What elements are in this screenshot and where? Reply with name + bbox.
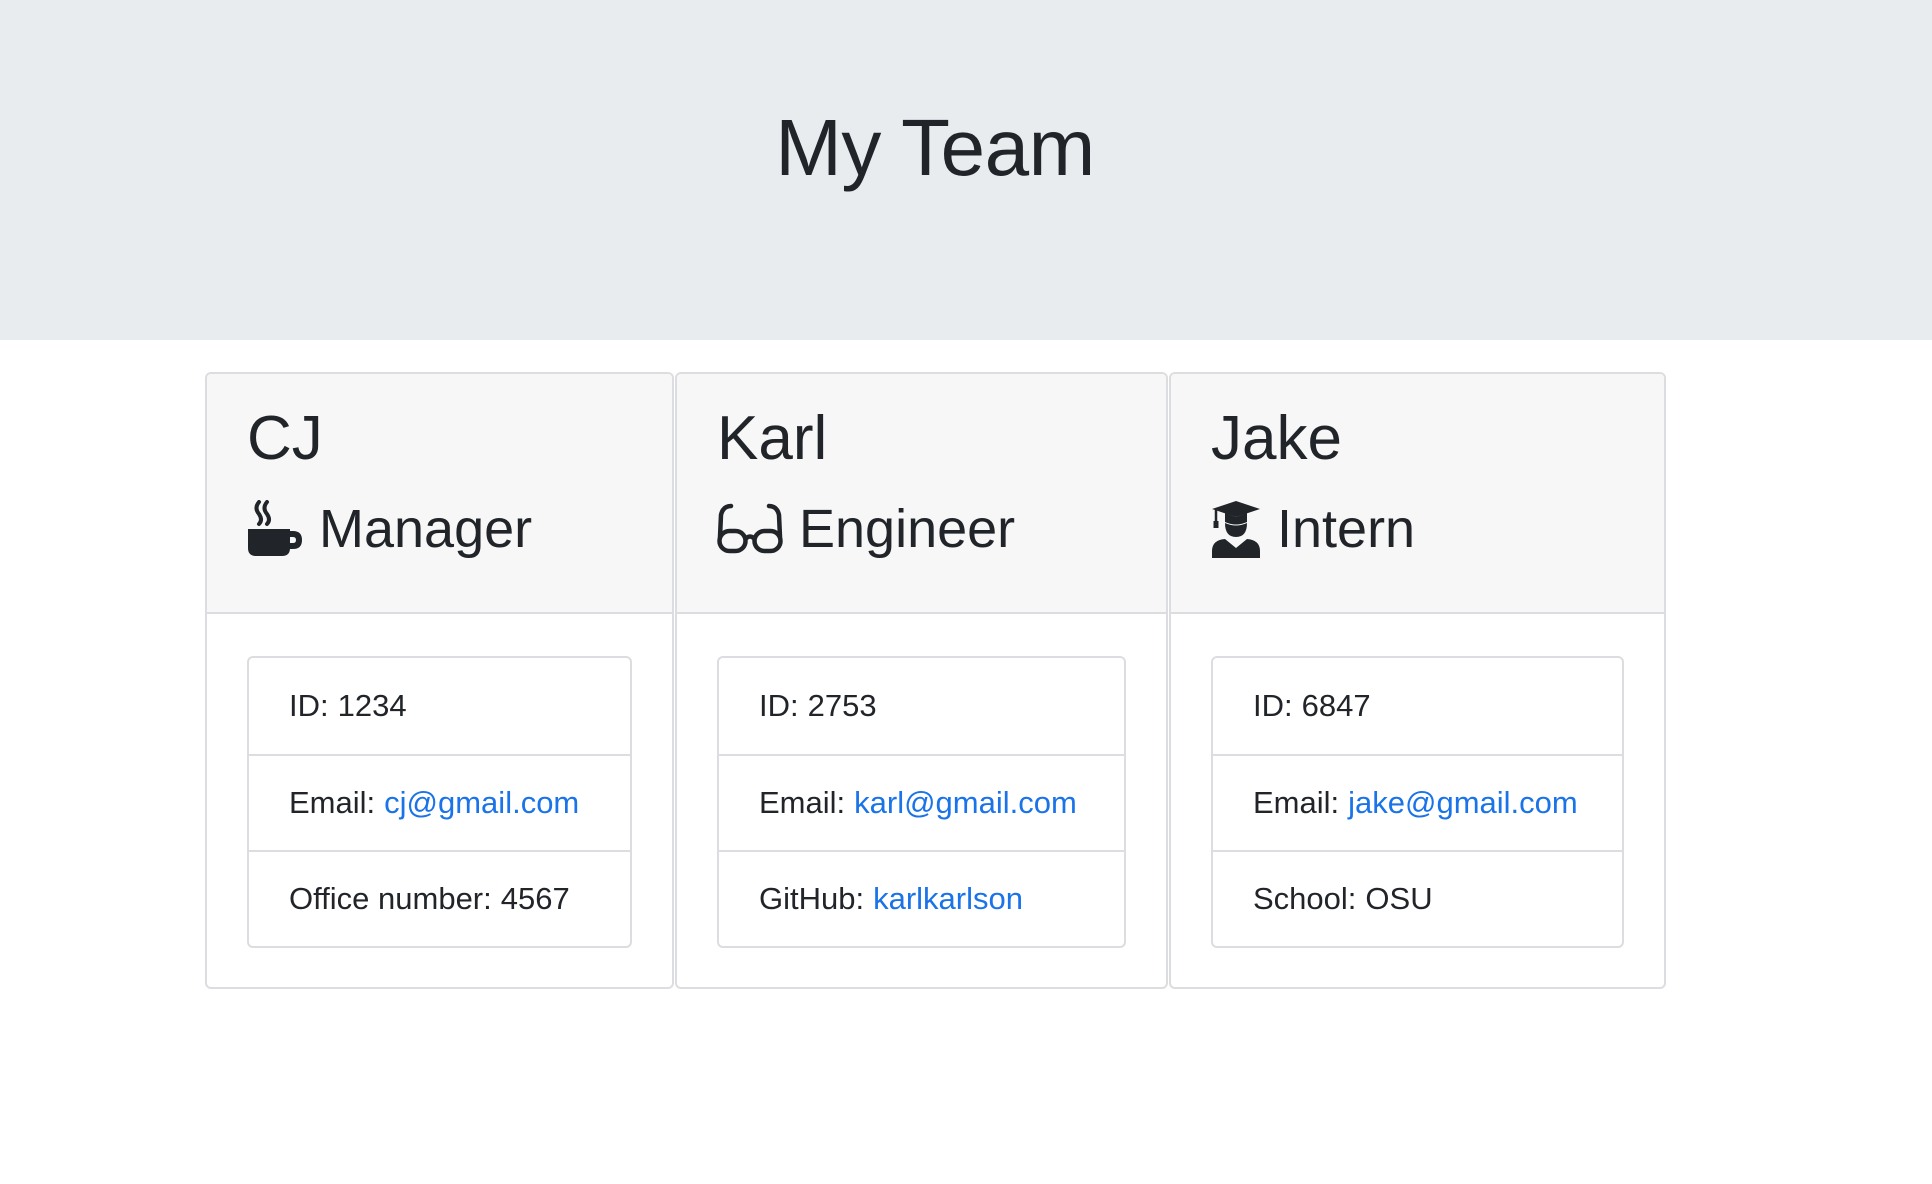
id-label: ID:	[759, 688, 799, 723]
employee-name: Jake	[1211, 404, 1342, 473]
employee-id-value: 6847	[1301, 688, 1371, 723]
office-number-row: Office number: 4567	[249, 850, 630, 946]
employee-role: Engineer	[717, 494, 1015, 564]
employee-role-label: Engineer	[799, 499, 1016, 559]
email-link[interactable]: karl@gmail.com	[854, 785, 1077, 821]
school-label: School:	[1253, 881, 1357, 916]
employee-id-value: 2753	[807, 688, 877, 723]
employee-card-engineer: Karl Engineer ID: 2753 Email: karl@gmail…	[675, 372, 1168, 989]
employee-role-label: Manager	[319, 499, 533, 559]
office-number-value: 4567	[500, 881, 570, 916]
employee-details-list: ID: 1234 Email: cj@gmail.com Office numb…	[247, 656, 632, 948]
office-number-label: Office number:	[289, 881, 492, 916]
card-header: Karl Engineer	[677, 374, 1166, 614]
coffee-mug-icon	[247, 500, 303, 558]
employee-role: Manager	[247, 494, 532, 564]
employee-card-intern: Jake Intern ID: 6847 Email: jake@gmail.c…	[1169, 372, 1666, 989]
employee-details-list: ID: 2753 Email: karl@gmail.com GitHub: k…	[717, 656, 1126, 948]
team-header-banner: My Team	[0, 0, 1932, 340]
employee-role: Intern	[1211, 494, 1415, 564]
employee-name: CJ	[247, 404, 323, 473]
email-label: Email:	[759, 785, 846, 820]
employee-id-row: ID: 1234	[249, 658, 630, 754]
email-link[interactable]: jake@gmail.com	[1348, 785, 1578, 821]
employee-email-row: Email: cj@gmail.com	[249, 754, 630, 850]
employee-id-row: ID: 2753	[719, 658, 1124, 754]
employee-card-manager: CJ Manager ID: 1234 Email: cj@gmail.com …	[205, 372, 674, 989]
email-link[interactable]: cj@gmail.com	[384, 785, 579, 821]
github-link[interactable]: karlkarlson	[873, 881, 1023, 917]
school-row: School: OSU	[1213, 850, 1622, 946]
employee-email-row: Email: karl@gmail.com	[719, 754, 1124, 850]
card-header: Jake Intern	[1171, 374, 1664, 614]
id-label: ID:	[289, 688, 329, 723]
github-label: GitHub:	[759, 881, 865, 916]
employee-email-row: Email: jake@gmail.com	[1213, 754, 1622, 850]
email-label: Email:	[289, 785, 376, 820]
school-value: OSU	[1365, 881, 1433, 916]
employee-id-value: 1234	[337, 688, 407, 723]
email-label: Email:	[1253, 785, 1340, 820]
employee-name: Karl	[717, 404, 828, 473]
page-title: My Team	[775, 103, 1095, 192]
employee-role-label: Intern	[1277, 499, 1416, 559]
card-header: CJ Manager	[207, 374, 672, 614]
employee-details-list: ID: 6847 Email: jake@gmail.com School: O…	[1211, 656, 1624, 948]
graduate-icon	[1211, 500, 1261, 558]
id-label: ID:	[1253, 688, 1293, 723]
github-row: GitHub: karlkarlson	[719, 850, 1124, 946]
employee-id-row: ID: 6847	[1213, 658, 1622, 754]
glasses-icon	[717, 503, 783, 555]
